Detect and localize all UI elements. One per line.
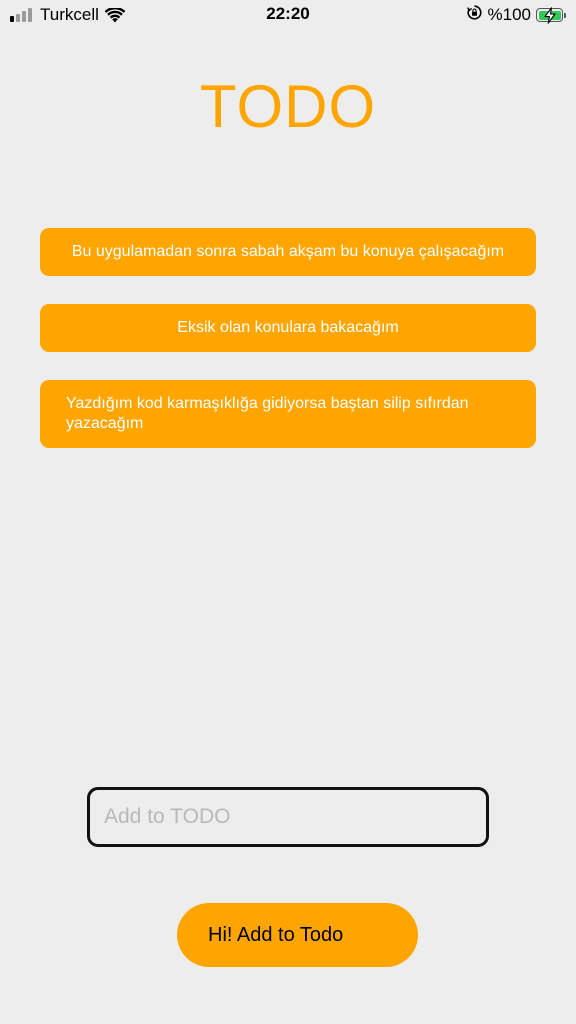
- status-bar-right: %100: [466, 4, 566, 26]
- page-title: TODO: [199, 73, 377, 140]
- battery-icon: [536, 7, 563, 24]
- orientation-lock-icon: [466, 5, 482, 25]
- todo-list: Bu uygulamadan sonra sabah akşam bu konu…: [40, 228, 536, 448]
- charging-bolt-icon: [544, 7, 556, 24]
- status-bar: Turkcell 22:20 %100: [0, 0, 576, 30]
- todo-item[interactable]: Bu uygulamadan sonra sabah akşam bu konu…: [40, 228, 536, 276]
- add-todo-input[interactable]: [87, 787, 489, 847]
- battery-percentage: %100: [487, 5, 531, 24]
- todo-item[interactable]: Eksik olan konulara bakacağım: [40, 304, 536, 352]
- todo-item[interactable]: Yazdığım kod karmaşıklığa gidiyorsa başt…: [40, 380, 536, 448]
- add-todo-button[interactable]: Hi! Add to Todo: [177, 903, 418, 967]
